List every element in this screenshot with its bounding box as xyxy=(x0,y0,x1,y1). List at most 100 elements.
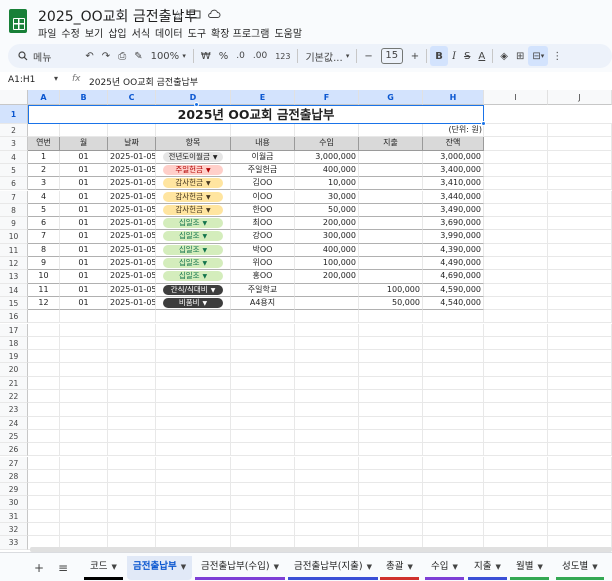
grid-cell[interactable] xyxy=(484,496,548,509)
menu-help[interactable]: 도움말 xyxy=(274,25,307,40)
grid-cell[interactable] xyxy=(423,363,484,376)
table-cell-balance[interactable]: 3,440,000 xyxy=(423,190,484,204)
table-cell-month[interactable]: 01 xyxy=(60,230,108,244)
grid-cell[interactable] xyxy=(359,350,423,363)
grid-cell[interactable] xyxy=(108,523,156,536)
cloud-status-icon[interactable] xyxy=(207,8,221,22)
grid-cell[interactable] xyxy=(28,350,60,363)
select-all-corner[interactable] xyxy=(0,90,28,105)
row-header-33[interactable]: 33 xyxy=(0,536,28,550)
table-cell-expense[interactable] xyxy=(359,150,423,164)
grid-cell[interactable] xyxy=(231,456,295,469)
grid-cell[interactable] xyxy=(295,496,359,509)
grid-cell[interactable] xyxy=(548,496,612,509)
grid-cell[interactable] xyxy=(548,257,612,270)
grid-cell[interactable] xyxy=(484,443,548,456)
grid-cell[interactable] xyxy=(423,496,484,509)
table-cell-desc[interactable]: 이OO xyxy=(231,190,295,204)
row-header-17[interactable]: 17 xyxy=(0,323,28,337)
grid-cell[interactable] xyxy=(484,257,548,270)
grid-cell[interactable] xyxy=(28,429,60,443)
row-header-20[interactable]: 20 xyxy=(0,363,28,377)
row-header-13[interactable]: 13 xyxy=(0,270,28,284)
table-cell-date[interactable]: 2025-01-05 xyxy=(108,190,156,204)
sheet-tab[interactable]: 코드 ▼ xyxy=(84,556,123,580)
table-cell-expense[interactable] xyxy=(359,230,423,244)
grid-cell[interactable] xyxy=(484,363,548,376)
formula-input[interactable]: 2025년 OO교회 금전출납부 xyxy=(89,75,198,88)
grid-cell[interactable] xyxy=(28,336,60,350)
grid-cell[interactable] xyxy=(359,336,423,350)
grid-cell[interactable] xyxy=(548,376,612,389)
sheet-tab[interactable]: 월별 ▼ xyxy=(510,556,549,580)
table-cell-desc[interactable]: 위OO xyxy=(231,257,295,271)
grid-cell[interactable] xyxy=(359,469,423,483)
grid-cell[interactable] xyxy=(231,390,295,403)
grid-cell[interactable] xyxy=(423,523,484,536)
table-cell-desc[interactable]: 박OO xyxy=(231,243,295,257)
table-cell-month[interactable]: 01 xyxy=(60,243,108,257)
grid-cell[interactable] xyxy=(295,376,359,389)
grid-cell[interactable] xyxy=(548,403,612,416)
menu-extensions[interactable]: 확장 프로그램 xyxy=(211,25,274,40)
table-cell-income[interactable]: 100,000 xyxy=(295,257,359,271)
sheet-tab[interactable]: 금전출납부 ▼ xyxy=(127,556,193,580)
row-header-7[interactable]: 7 xyxy=(0,190,28,204)
grid-cell[interactable] xyxy=(156,310,231,323)
grid-cell[interactable] xyxy=(156,496,231,509)
paint-format-icon[interactable]: ✎ xyxy=(130,46,146,66)
grid-cell[interactable] xyxy=(156,403,231,416)
grid-cell[interactable] xyxy=(548,509,612,522)
grid-cell[interactable] xyxy=(108,509,156,522)
table-cell-item[interactable]: 비품비 ▼ xyxy=(156,296,231,311)
column-header-a[interactable]: A xyxy=(28,90,60,105)
grid-cell[interactable] xyxy=(548,283,612,296)
grid-cell[interactable] xyxy=(423,429,484,443)
font-select[interactable]: 기본값... ▾ xyxy=(301,46,353,66)
grid-cell[interactable] xyxy=(156,483,231,496)
strikethrough-button[interactable]: S xyxy=(460,46,474,66)
sheet-tab[interactable]: 총괄 ▼ xyxy=(380,556,419,580)
row-header-9[interactable]: 9 xyxy=(0,217,28,231)
table-cell-income[interactable]: 200,000 xyxy=(295,270,359,284)
table-cell-income[interactable] xyxy=(295,283,359,297)
grid-cell[interactable] xyxy=(548,217,612,230)
menu-search-button[interactable]: 메뉴 xyxy=(8,46,55,66)
grid-cell[interactable] xyxy=(108,350,156,363)
grid-cell[interactable] xyxy=(295,443,359,456)
grid-cell[interactable] xyxy=(28,469,60,483)
column-header-h[interactable]: H xyxy=(423,90,484,105)
grid-cell[interactable] xyxy=(108,310,156,323)
grid-cell[interactable] xyxy=(423,456,484,469)
table-cell-date[interactable]: 2025-01-05 xyxy=(108,296,156,311)
category-chip[interactable]: 십일조 ▼ xyxy=(163,244,223,255)
table-cell-balance[interactable]: 4,390,000 xyxy=(423,243,484,257)
table-cell-income[interactable]: 3,000,000 xyxy=(295,150,359,164)
grid-cell[interactable] xyxy=(548,336,612,350)
row-header-4[interactable]: 4 xyxy=(0,150,28,164)
table-cell-date[interactable]: 2025-01-05 xyxy=(108,203,156,218)
grid-cell[interactable] xyxy=(108,443,156,456)
grid-cell[interactable] xyxy=(423,390,484,403)
add-sheet-icon[interactable]: + xyxy=(34,561,44,575)
grid-cell[interactable] xyxy=(156,323,231,336)
column-header-f[interactable]: F xyxy=(295,90,359,105)
table-cell-item[interactable]: 십일조 ▼ xyxy=(156,270,231,284)
row-header-30[interactable]: 30 xyxy=(0,496,28,510)
grid-cell[interactable] xyxy=(108,456,156,469)
table-cell-income[interactable]: 30,000 xyxy=(295,190,359,204)
table-cell-month[interactable]: 01 xyxy=(60,270,108,284)
grid-cell[interactable] xyxy=(548,150,612,163)
grid-cell[interactable] xyxy=(28,390,60,403)
table-cell-item[interactable]: 감사헌금 ▼ xyxy=(156,177,231,191)
chevron-down-icon[interactable]: ▼ xyxy=(452,563,457,571)
grid-cell[interactable] xyxy=(359,429,423,443)
grid-cell[interactable] xyxy=(484,163,548,177)
grid-cell[interactable] xyxy=(108,416,156,429)
grid-cell[interactable] xyxy=(295,403,359,416)
grid-cell[interactable] xyxy=(484,376,548,389)
table-cell-item[interactable]: 감사헌금 ▼ xyxy=(156,203,231,218)
grid-cell[interactable] xyxy=(156,363,231,376)
row-header-24[interactable]: 24 xyxy=(0,416,28,430)
table-cell-month[interactable]: 01 xyxy=(60,190,108,204)
